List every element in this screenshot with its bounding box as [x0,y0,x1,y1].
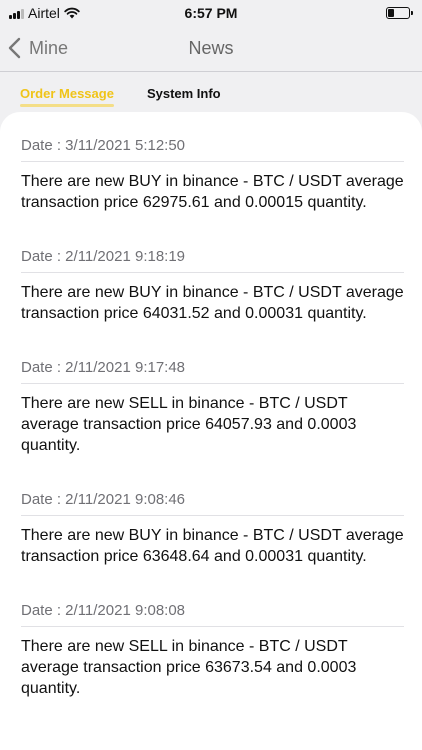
list-item: Date : 2/11/2021 9:18:19 There are new B… [0,223,422,334]
message-body: There are new BUY in binance - BTC / USD… [21,284,404,322]
tab-bar: Order Message System Info [0,72,422,114]
message-body: There are new SELL in binance - BTC / US… [21,395,357,454]
message-body: There are new SELL in binance - BTC / US… [21,638,357,697]
message-date: Date : 2/11/2021 9:18:19 [21,223,404,273]
message-date: Date : 2/11/2021 9:08:46 [21,466,404,516]
message-list[interactable]: Date : 3/11/2021 5:12:50 There are new B… [0,112,422,750]
list-item: Date : 3/11/2021 5:12:50 There are new B… [0,112,422,223]
nav-bar: Mine News [0,26,422,72]
tab-system-info[interactable]: System Info [147,82,221,105]
message-body: There are new BUY in binance - BTC / USD… [21,173,404,211]
wifi-icon [64,7,80,19]
battery-icon [386,7,413,19]
message-date: Date : 2/11/2021 9:17:48 [21,334,404,384]
message-body: There are new BUY in binance - BTC / USD… [21,527,404,565]
status-bar-left: Airtel [9,5,80,21]
message-date: Date : 2/11/2021 9:08:08 [21,577,404,627]
status-bar: Airtel 6:57 PM [0,0,422,26]
chevron-left-icon [8,37,21,59]
list-item: Date : 2/11/2021 9:08:46 There are new B… [0,466,422,577]
page-title: News [188,38,234,58]
back-button[interactable]: Mine [8,32,68,64]
carrier-name: Airtel [28,5,60,21]
back-label: Mine [29,37,69,58]
list-item: Date : 2/11/2021 9:08:08 There are new S… [0,577,422,709]
message-date: Date : 3/11/2021 5:12:50 [21,112,404,162]
signal-icon [9,8,24,19]
list-item: Date : 2/11/2021 9:17:48 There are new S… [0,334,422,466]
tab-order-message[interactable]: Order Message [20,82,114,107]
